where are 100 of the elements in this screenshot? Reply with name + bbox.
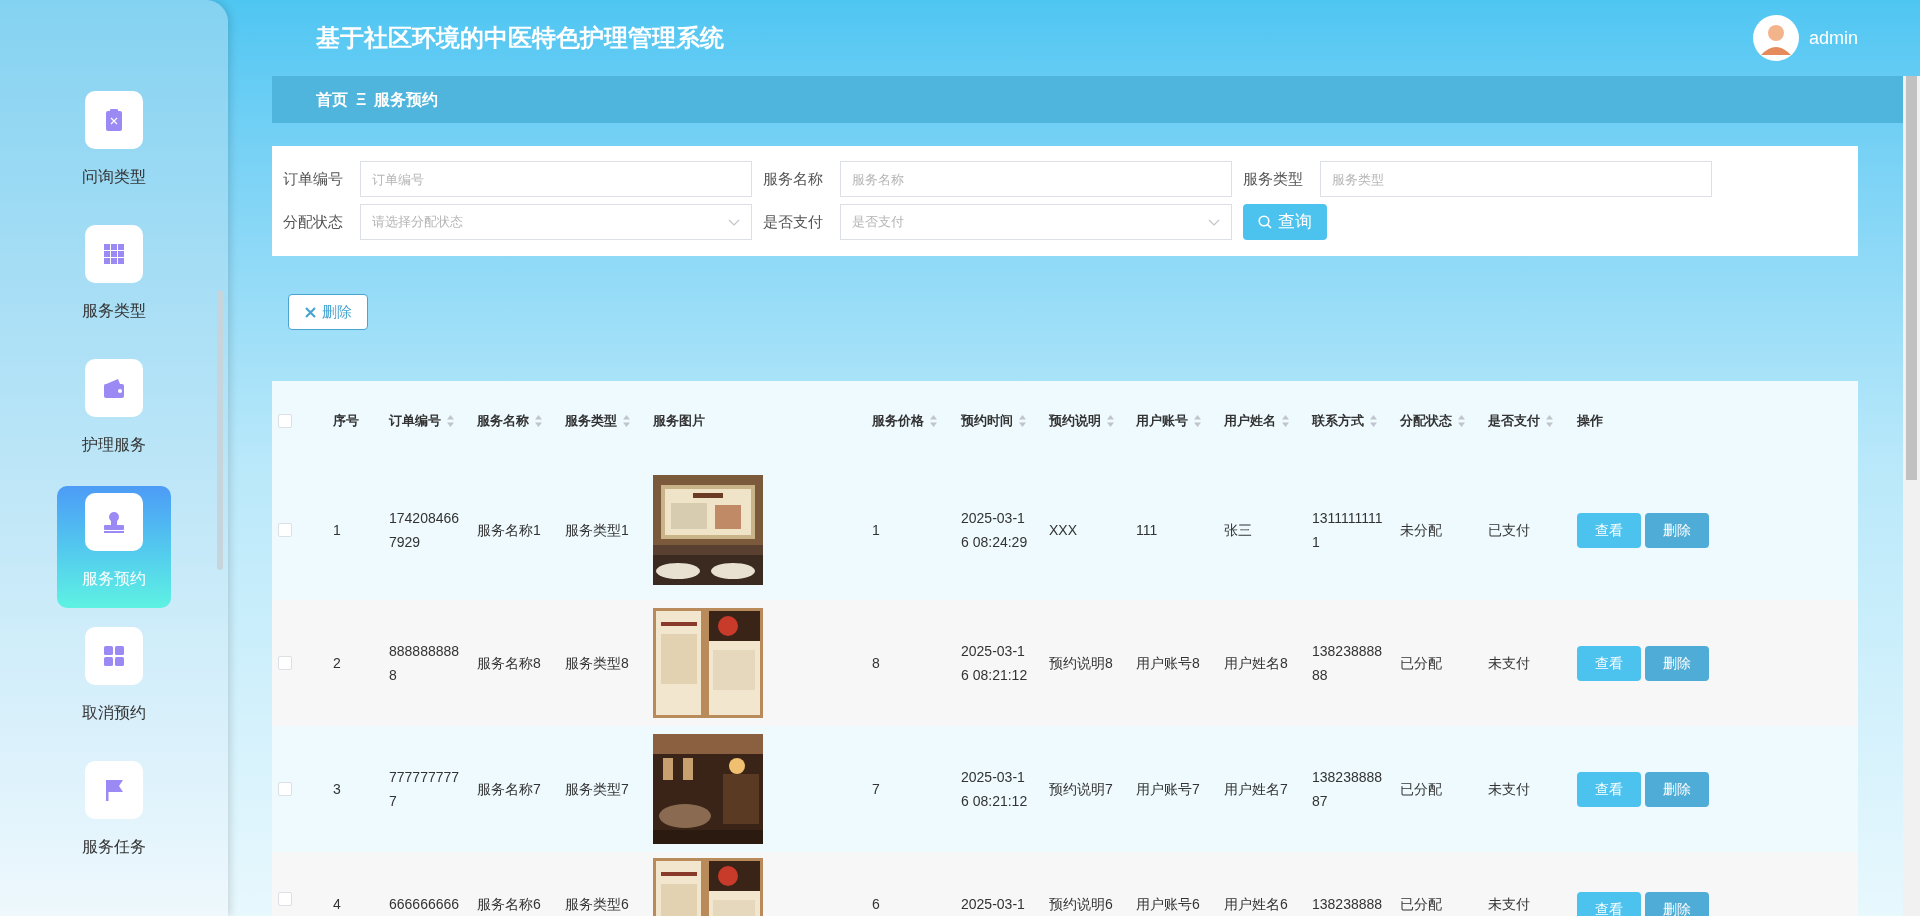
table-cell-text: 8888888888 (389, 642, 460, 685)
table-cell-text: 服务类型8 (565, 654, 630, 673)
field-label: 订单编号 (283, 168, 344, 189)
close-icon (304, 306, 316, 318)
table-cell-text: 用户账号7 (1136, 780, 1201, 799)
column-header[interactable]: 预约时间 (961, 410, 1027, 431)
column-header[interactable]: 用户姓名 (1224, 410, 1290, 431)
column-header[interactable]: 服务名称 (477, 410, 543, 431)
table-cell-text: 2 (333, 654, 342, 673)
sidebar-scrollbar[interactable] (217, 290, 223, 570)
input-field[interactable]: 服务类型 (1320, 161, 1712, 197)
table-cell-text: 13823888887 (1312, 768, 1383, 811)
column-header[interactable]: 服务价格 (872, 410, 938, 431)
checkbox[interactable] (278, 892, 292, 906)
table-cell-text: 1742084667929 (389, 509, 460, 552)
table-cell-text: 1 (872, 521, 881, 540)
scrollbar[interactable] (1903, 76, 1920, 916)
table-cell-text: 张三 (1224, 521, 1253, 540)
field-label: 分配状态 (283, 211, 344, 232)
table-cell-text: 8 (872, 654, 881, 673)
sort-icon[interactable] (1193, 413, 1202, 428)
checkbox[interactable] (278, 523, 292, 537)
table-cell-text: 111 (1136, 521, 1159, 540)
table-cell-text: 用户账号6 (1136, 895, 1201, 914)
breadcrumb-current: 服务预约 (374, 89, 439, 110)
table-cell-text: 服务类型1 (565, 521, 630, 540)
table-cell-text: 用户姓名8 (1224, 654, 1289, 673)
column-header[interactable]: 预约说明 (1049, 410, 1115, 431)
table-cell-text: 2025-03-16 08:24:29 (961, 509, 1029, 552)
sort-icon[interactable] (1545, 413, 1554, 428)
checkbox[interactable] (278, 656, 292, 670)
table-cell-text: 预约说明6 (1049, 895, 1114, 914)
table-cell-text: 用户姓名7 (1224, 780, 1289, 799)
table-cell-text: 服务名称1 (477, 521, 542, 540)
table-cell-text: 138238888 (1312, 895, 1383, 914)
table-cell-text: 服务名称8 (477, 654, 542, 673)
sort-icon[interactable] (534, 413, 543, 428)
table-cell-text: 未支付 (1488, 895, 1531, 914)
table-cell-text: 未支付 (1488, 780, 1531, 799)
table-cell-text: 未分配 (1400, 521, 1443, 540)
search-icon (1258, 215, 1272, 229)
table-cell-text: 预约说明8 (1049, 654, 1114, 673)
table-cell-text: 666666666 (389, 895, 460, 914)
sort-icon[interactable] (1106, 413, 1115, 428)
table-cell-text: 2025-03-16 08:21:12 (961, 768, 1029, 811)
checkbox[interactable] (278, 782, 292, 796)
sort-icon[interactable] (446, 413, 455, 428)
table-cell-text: 用户姓名6 (1224, 895, 1289, 914)
sidebar-item[interactable]: 问询类型 (57, 84, 171, 206)
field-label: 服务类型 (1243, 168, 1304, 189)
sort-icon[interactable] (1369, 413, 1378, 428)
table-cell-text: 13111111111 (1312, 509, 1383, 552)
sidebar-item[interactable]: 服务任务 (57, 754, 171, 876)
column-header[interactable]: 用户账号 (1136, 410, 1202, 431)
table-cell-text: 已分配 (1400, 654, 1443, 673)
column-header[interactable]: 分配状态 (1400, 410, 1466, 431)
column-header: 服务图片 (653, 411, 705, 430)
table-cell-text: 6 (872, 895, 881, 914)
sort-icon[interactable] (622, 413, 631, 428)
table-cell-text: 3 (333, 780, 342, 799)
table-cell-text: 1 (333, 521, 342, 540)
breadcrumb-separator: Ξ (356, 89, 367, 110)
sort-icon[interactable] (929, 413, 938, 428)
table-cell-text: 已分配 (1400, 780, 1443, 799)
column-header[interactable]: 订单编号 (389, 410, 455, 431)
table-cell-text: 服务类型7 (565, 780, 630, 799)
username: admin (1808, 26, 1858, 50)
column-header: 序号 (333, 411, 359, 430)
table-cell-text: 服务名称7 (477, 780, 542, 799)
table-cell-text: 未支付 (1488, 654, 1531, 673)
table-cell-text: 用户账号8 (1136, 654, 1201, 673)
table-cell-text: XXX (1049, 521, 1078, 540)
input-field[interactable]: 服务名称 (840, 161, 1232, 197)
table-cell-text: 7 (872, 780, 881, 799)
table-cell-text: 2025-03-16 08:21:12 (961, 642, 1029, 685)
input-field[interactable]: 订单编号 (360, 161, 752, 197)
table-cell-text: 7777777777 (389, 768, 460, 811)
column-header: 操作 (1577, 411, 1603, 430)
sidebar-item[interactable]: 服务类型 (57, 218, 171, 340)
checkbox[interactable] (278, 413, 292, 428)
table-cell-text: 预约说明7 (1049, 780, 1114, 799)
sidebar-item[interactable]: 取消预约 (57, 620, 171, 742)
sort-icon[interactable] (1281, 413, 1290, 428)
sidebar-item[interactable]: 护理服务 (57, 352, 171, 474)
table-cell-text: 服务名称6 (477, 895, 542, 914)
table-cell-text: 已分配 (1400, 895, 1443, 914)
table-cell-text: 13823888888 (1312, 642, 1383, 685)
avatar (1752, 15, 1799, 61)
sort-icon[interactable] (1457, 413, 1466, 428)
column-header[interactable]: 是否支付 (1488, 410, 1554, 431)
chevron-down-icon (728, 218, 740, 226)
chevron-down-icon (1208, 218, 1220, 226)
table-cell-text: 2025-03-1 (961, 895, 1026, 914)
column-header[interactable]: 服务类型 (565, 410, 631, 431)
sort-icon[interactable] (1018, 413, 1027, 428)
table-cell-text: 4 (333, 895, 342, 914)
column-header[interactable]: 联系方式 (1312, 410, 1378, 431)
app-title: 基于社区环境的中医特色护理管理系统 (316, 23, 724, 53)
field-label: 服务名称 (763, 168, 824, 189)
table-cell-text: 服务类型6 (565, 895, 630, 914)
